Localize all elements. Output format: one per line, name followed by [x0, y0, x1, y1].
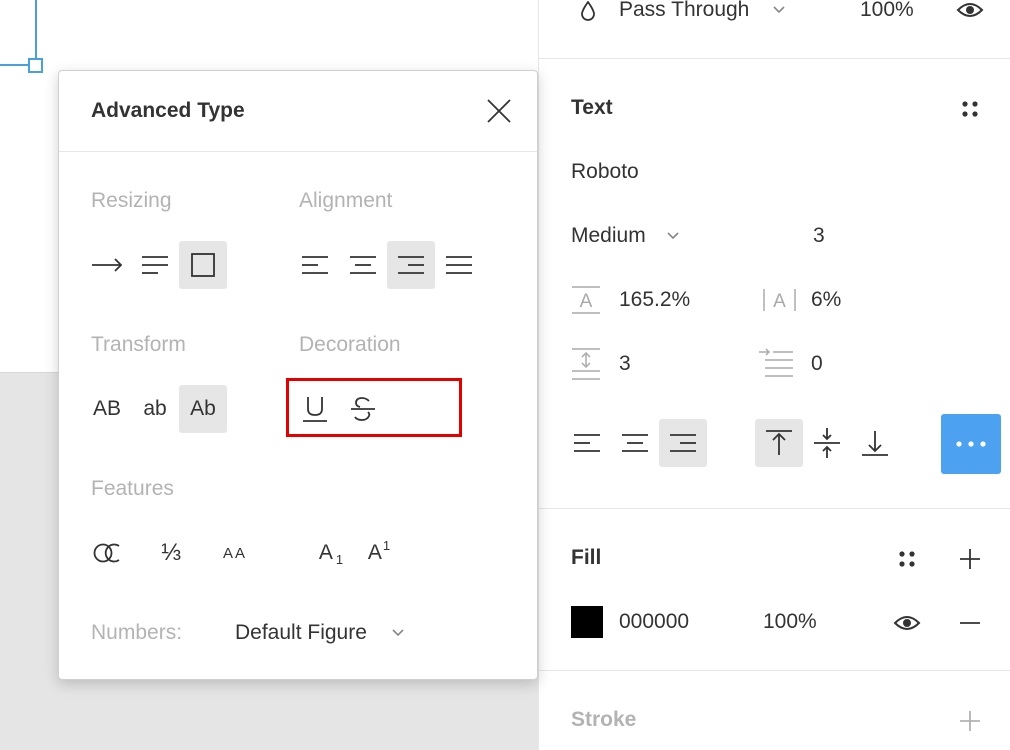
fill-section-title: Fill: [571, 546, 602, 569]
paragraph-indent-value[interactable]: 0: [811, 352, 823, 376]
subscript-mark: 1: [335, 551, 344, 567]
align-center-icon: [622, 434, 648, 452]
align-right-icon: [398, 256, 424, 274]
divider: [539, 508, 1010, 509]
align-bottom-icon: [862, 431, 888, 456]
text-styles-grid-icon[interactable]: [957, 96, 983, 122]
uppercase-label: AB: [92, 397, 121, 420]
popup-align-center-button[interactable]: [339, 241, 387, 289]
close-icon[interactable]: [485, 97, 513, 125]
superscript-button[interactable]: A1: [355, 529, 403, 577]
fill-styles-grid-icon[interactable]: [894, 546, 920, 572]
selection-edge: [35, 0, 37, 60]
fractions-button[interactable]: ⅓: [147, 529, 195, 577]
lowercase-label: ab: [143, 397, 167, 420]
text-section-title: Text: [571, 96, 613, 119]
auto-height-button[interactable]: [131, 241, 179, 289]
align-left-icon: [302, 256, 328, 274]
ligatures-button[interactable]: [83, 529, 131, 577]
popup-align-left-button[interactable]: [291, 241, 339, 289]
align-top-icon: [766, 430, 792, 455]
advanced-type-popup: Advanced Type Resizing Alignment Transfo…: [58, 70, 538, 680]
fill-hex-value[interactable]: 000000: [619, 610, 689, 634]
numbers-dropdown[interactable]: Default Figure: [235, 621, 367, 645]
popup-align-right-button[interactable]: [387, 241, 435, 289]
auto-height-icon: [142, 256, 168, 274]
fill-opacity-value[interactable]: 100%: [763, 610, 817, 634]
minus-icon[interactable]: [957, 610, 983, 636]
ligatures-icon: [93, 543, 120, 563]
plus-icon[interactable]: [957, 708, 983, 734]
title-case-button[interactable]: Ab: [179, 385, 227, 433]
fill-color-swatch[interactable]: [571, 606, 603, 638]
chevron-down-icon[interactable]: [665, 228, 681, 244]
uppercase-button[interactable]: AB: [83, 385, 131, 433]
alignment-label: Alignment: [299, 189, 393, 212]
small-caps-button[interactable]: AA: [211, 529, 259, 577]
align-center-icon: [350, 256, 376, 274]
superscript-mark: 1: [382, 537, 391, 553]
align-bottom-button[interactable]: [851, 419, 899, 467]
fixed-size-icon: [191, 253, 215, 277]
svg-text:A: A: [580, 291, 593, 312]
selection-edge-horizontal: [0, 64, 30, 66]
title-case-label: Ab: [190, 397, 216, 420]
transform-label: Transform: [91, 333, 186, 356]
more-options-icon: [956, 441, 986, 447]
paragraph-spacing-icon: [571, 347, 601, 381]
advanced-type-button[interactable]: [941, 414, 1001, 474]
chevron-down-icon[interactable]: [390, 625, 406, 641]
align-top-button[interactable]: [755, 419, 803, 467]
align-center-button[interactable]: [611, 419, 659, 467]
fixed-size-button[interactable]: [179, 241, 227, 289]
align-right-icon: [670, 434, 696, 452]
superscript-label: A: [367, 541, 382, 564]
auto-width-icon: [92, 258, 123, 272]
font-family-value[interactable]: Roboto: [571, 160, 639, 184]
decoration-highlight-box: [286, 378, 462, 437]
blend-mode-icon: [577, 0, 599, 22]
selection-resize-handle[interactable]: [28, 58, 43, 73]
blend-mode-value[interactable]: Pass Through: [619, 0, 749, 22]
popup-title: Advanced Type: [91, 99, 245, 122]
paragraph-spacing-value[interactable]: 3: [619, 352, 631, 376]
eye-icon[interactable]: [892, 612, 922, 634]
fractions-label: ⅓: [160, 539, 181, 566]
plus-icon[interactable]: [957, 546, 983, 572]
resizing-label: Resizing: [91, 189, 172, 212]
subscript-button[interactable]: A1: [307, 529, 355, 577]
line-height-icon: A: [571, 284, 601, 316]
paragraph-indent-icon: [757, 348, 795, 380]
font-weight-value[interactable]: Medium: [571, 224, 646, 248]
decoration-label: Decoration: [299, 333, 401, 356]
line-height-value[interactable]: 165.2%: [619, 288, 690, 312]
align-left-icon: [574, 434, 600, 452]
auto-width-button[interactable]: [83, 241, 131, 289]
eye-icon[interactable]: [955, 0, 985, 21]
divider: [539, 670, 1010, 671]
numbers-label: Numbers:: [91, 621, 183, 644]
divider: [539, 58, 1010, 59]
svg-text:A: A: [773, 291, 786, 312]
align-middle-icon: [814, 428, 840, 458]
align-justify-icon: [446, 256, 472, 274]
features-label: Features: [91, 477, 174, 500]
lowercase-button[interactable]: ab: [131, 385, 179, 433]
popup-align-justify-button[interactable]: [435, 241, 483, 289]
letter-spacing-icon: A: [761, 286, 799, 314]
letter-spacing-value[interactable]: 6%: [811, 288, 841, 312]
align-left-button[interactable]: [563, 419, 611, 467]
small-caps-label: AA: [222, 544, 247, 562]
align-right-button[interactable]: [659, 419, 707, 467]
subscript-label: A: [318, 541, 333, 564]
align-middle-button[interactable]: [803, 419, 851, 467]
stroke-section-title: Stroke: [571, 708, 637, 731]
properties-panel: Pass Through 100% Text Roboto Medium 3 A…: [538, 0, 1010, 750]
chevron-down-icon[interactable]: [771, 2, 787, 18]
font-size-value[interactable]: 3: [813, 224, 825, 248]
popup-divider: [59, 151, 537, 152]
layer-opacity-value[interactable]: 100%: [860, 0, 914, 22]
